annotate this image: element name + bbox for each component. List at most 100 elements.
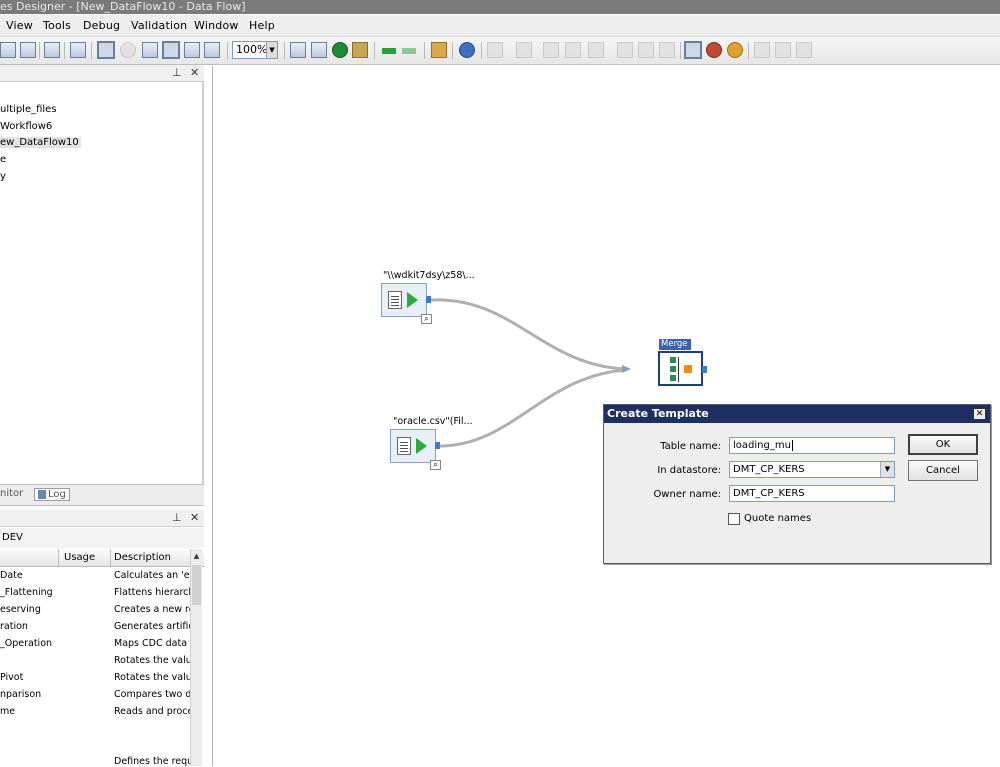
menu-debug[interactable]: Debug: [83, 19, 120, 32]
row-name[interactable]: me: [0, 706, 56, 717]
source2-label: "oracle.csv"(Fil...: [393, 416, 473, 427]
document-icon: [388, 291, 402, 309]
debug-icon[interactable]: [684, 41, 702, 59]
connector-line[interactable]: [430, 298, 627, 371]
forward-arrow-icon[interactable]: [402, 48, 416, 54]
play-icon: [416, 438, 427, 454]
output-port[interactable]: [702, 366, 707, 373]
source-file-node[interactable]: ⌕: [390, 429, 441, 470]
zoom-select[interactable]: 100% ▼: [232, 41, 278, 59]
owner-name-input[interactable]: DMT_CP_KERS: [729, 485, 895, 502]
table-name-value: loading_mu: [733, 440, 791, 451]
toolbar-separator: [424, 42, 425, 59]
menu-tools[interactable]: Tools: [43, 19, 71, 32]
library-subheader: DEV: [0, 528, 204, 548]
step-into-icon[interactable]: [565, 42, 581, 58]
row-name[interactable]: _Operation: [0, 638, 56, 649]
magnifier-icon[interactable]: ⌕: [430, 460, 441, 470]
output-icon[interactable]: [184, 42, 200, 58]
row-name[interactable]: eserving: [0, 604, 56, 615]
row-name[interactable]: Pivot: [0, 672, 56, 683]
pin-icon[interactable]: ⊥: [172, 66, 182, 79]
step-out-icon[interactable]: [588, 42, 604, 58]
column-divider: [58, 549, 59, 567]
validate-all-icon[interactable]: [311, 42, 327, 58]
close-icon[interactable]: ✕: [973, 408, 986, 420]
tools-icon[interactable]: [70, 42, 86, 58]
project-area-icon[interactable]: [97, 41, 115, 59]
zoom-in-icon[interactable]: [487, 42, 503, 58]
row-name[interactable]: Date: [0, 570, 56, 581]
close-icon[interactable]: ✕: [190, 66, 199, 79]
save-all-icon[interactable]: [0, 42, 16, 58]
chevron-down-icon[interactable]: ▼: [880, 462, 894, 477]
step-over-icon[interactable]: [543, 42, 559, 58]
tree-item-dataflow[interactable]: ew_DataFlow10: [0, 137, 81, 148]
menu-window[interactable]: Window: [194, 19, 239, 32]
toolbar-separator: [39, 42, 40, 59]
breakpoint-icon[interactable]: [617, 42, 633, 58]
tab-monitor[interactable]: nitor: [0, 488, 23, 499]
table-name-input[interactable]: loading_mu: [729, 437, 895, 454]
print-icon[interactable]: [44, 42, 60, 58]
datastore-label: In datastore:: [657, 465, 721, 476]
datastore-select[interactable]: DMT_CP_KERS ▼: [729, 461, 895, 478]
quote-names-label[interactable]: Quote names: [744, 513, 811, 524]
filter-icon[interactable]: [659, 42, 675, 58]
window-title: es Designer - [New_DataFlow10 - Data Flo…: [0, 0, 246, 13]
management-console-icon[interactable]: [431, 42, 447, 58]
execute-icon[interactable]: [332, 42, 348, 58]
menu-validation[interactable]: Validation: [131, 19, 187, 32]
row-name[interactable]: nparison: [0, 689, 56, 700]
output-port[interactable]: [435, 442, 440, 449]
pin-icon[interactable]: ⊥: [172, 511, 182, 524]
audit-icon[interactable]: [352, 42, 368, 58]
scrollbar-thumb[interactable]: [192, 565, 201, 605]
grid-icon[interactable]: [796, 42, 812, 58]
chevron-down-icon[interactable]: ▼: [266, 42, 277, 58]
tree-item-workflow[interactable]: Workflow6: [0, 121, 52, 132]
row-name[interactable]: ration: [0, 621, 56, 632]
pause-icon[interactable]: [727, 42, 743, 58]
clear-breakpoint-icon[interactable]: [638, 42, 654, 58]
row-name[interactable]: _Flattening: [0, 587, 56, 598]
tree-item-y[interactable]: y: [0, 171, 6, 182]
object-library-icon[interactable]: [142, 42, 158, 58]
back-arrow-icon[interactable]: [382, 48, 396, 54]
column-description[interactable]: Description: [114, 552, 171, 563]
library-scrollbar[interactable]: ▲: [190, 549, 202, 766]
log-icon: [38, 489, 46, 499]
library-icon[interactable]: [120, 42, 136, 58]
scroll-up-icon[interactable]: ▲: [191, 549, 202, 563]
variables-icon[interactable]: [162, 41, 180, 59]
validate-icon[interactable]: [290, 42, 306, 58]
merge-transform-node[interactable]: [658, 351, 707, 386]
connector-line[interactable]: [438, 368, 627, 448]
output-port[interactable]: [426, 296, 431, 303]
copy-icon[interactable]: [20, 42, 36, 58]
step-icon[interactable]: [516, 42, 532, 58]
quote-names-checkbox[interactable]: [728, 513, 740, 525]
tab-log[interactable]: Log: [34, 488, 70, 501]
window-icon[interactable]: [754, 42, 770, 58]
help-icon[interactable]: [459, 42, 475, 58]
toolbar-separator: [374, 42, 375, 59]
cancel-button[interactable]: Cancel: [908, 460, 978, 481]
column-divider: [110, 549, 111, 567]
tree-item-job[interactable]: ultiple_files: [0, 104, 57, 115]
column-usage[interactable]: Usage: [64, 552, 95, 563]
owner-name-label: Owner name:: [653, 489, 721, 500]
merge-node-title: Merge: [659, 339, 691, 350]
source-file-node[interactable]: ⌕: [381, 283, 432, 324]
watch-icon[interactable]: [775, 42, 791, 58]
close-icon[interactable]: ✕: [190, 511, 199, 524]
magnifier-icon[interactable]: ⌕: [421, 314, 432, 324]
tree-item-e[interactable]: e: [0, 154, 6, 165]
central-repository-icon[interactable]: [204, 42, 220, 58]
menu-help[interactable]: Help: [249, 19, 275, 32]
menu-view[interactable]: View: [6, 19, 33, 32]
ok-button[interactable]: OK: [908, 434, 978, 455]
merge-output-icon: [684, 365, 692, 373]
stop-icon[interactable]: [706, 42, 722, 58]
merge-input-icon: [670, 375, 676, 381]
